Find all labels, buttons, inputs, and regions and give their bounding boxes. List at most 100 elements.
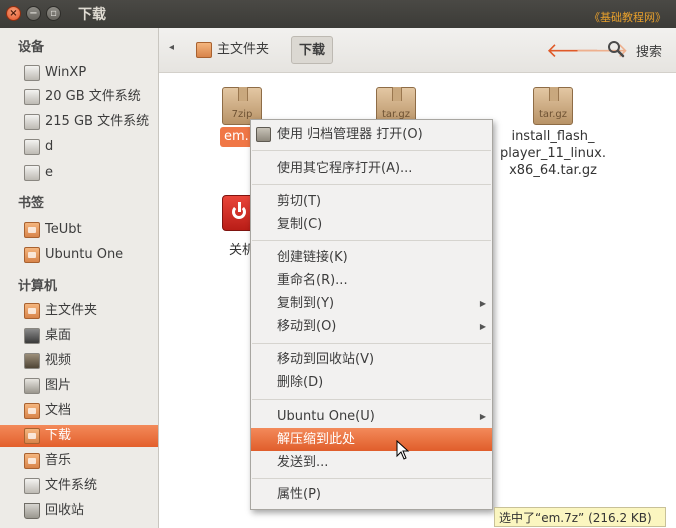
mouse-pointer-icon bbox=[396, 440, 410, 460]
search-label[interactable]: 搜索 bbox=[636, 41, 662, 60]
menu-item-copy-to[interactable]: 复制到(Y) ▶ bbox=[251, 292, 492, 315]
sidebar-item-pictures[interactable]: 图片 bbox=[0, 375, 158, 397]
window-title: 下载 bbox=[78, 7, 106, 23]
folder-icon bbox=[24, 247, 40, 263]
menu-item-label: 移动到回收站(V) bbox=[277, 352, 375, 367]
file-name-line: x86_64.tar.gz bbox=[509, 163, 597, 178]
drive-icon bbox=[24, 65, 40, 81]
submenu-arrow-icon: ▶ bbox=[479, 322, 486, 331]
menu-item-cut[interactable]: 剪切(T) bbox=[251, 190, 492, 213]
menu-item-label: 发送到... bbox=[277, 455, 329, 470]
sidebar-item-home[interactable]: 主文件夹 bbox=[0, 300, 158, 322]
pictures-folder-icon bbox=[24, 378, 40, 394]
trash-icon bbox=[24, 503, 40, 519]
watermark: 《基础教程网》 bbox=[589, 11, 666, 24]
status-bar: 选中了“em.7z” (216.2 KB) bbox=[494, 507, 666, 527]
sidebar-item-label: 20 GB 文件系统 bbox=[45, 89, 141, 104]
menu-item-rename[interactable]: 重命名(R)... bbox=[251, 269, 492, 292]
sidebar-item-label: TeUbt bbox=[45, 222, 82, 237]
sidebar-item-label: 图片 bbox=[45, 378, 72, 393]
context-menu: 使用 归档管理器 打开(O) 使用其它程序打开(A)... 剪切(T) 复制(C… bbox=[250, 119, 493, 510]
places-sidebar: 设备 WinXP 20 GB 文件系统 215 GB 文件系统 d e 书签 T… bbox=[0, 28, 159, 528]
file-name-selected[interactable]: em. bbox=[220, 127, 253, 147]
menu-item-extract-here[interactable]: 解压缩到此处 bbox=[251, 428, 492, 451]
sidebar-item-desktop[interactable]: 桌面 bbox=[0, 325, 158, 347]
home-folder-icon bbox=[196, 42, 212, 58]
sidebar-item-d[interactable]: d bbox=[0, 136, 158, 158]
menu-item-send-to[interactable]: 发送到... bbox=[251, 451, 492, 474]
sidebar-item-label: 音乐 bbox=[45, 453, 72, 468]
menu-item-label: 复制到(Y) bbox=[277, 296, 335, 311]
archive-file-icon[interactable]: tar.gz bbox=[531, 83, 575, 127]
file-name[interactable]: install_flash_ player_11_linux. x86_64.t… bbox=[491, 128, 615, 179]
menu-item-open-archive-manager[interactable]: 使用 归档管理器 打开(O) bbox=[251, 123, 492, 146]
sidebar-item-music[interactable]: 音乐 bbox=[0, 450, 158, 472]
sidebar-item-label: 下载 bbox=[45, 428, 72, 443]
sidebar-item-ubuntu-one[interactable]: Ubuntu One bbox=[0, 244, 158, 266]
drive-icon bbox=[24, 139, 40, 155]
sidebar-item-winxp[interactable]: WinXP bbox=[0, 62, 158, 84]
menu-item-label: 使用 归档管理器 打开(O) bbox=[277, 127, 423, 142]
menu-item-properties[interactable]: 属性(P) bbox=[251, 483, 492, 506]
menu-item-label: 剪切(T) bbox=[277, 194, 322, 209]
sidebar-item-label: e bbox=[45, 165, 53, 180]
search-icon[interactable] bbox=[607, 40, 625, 58]
music-folder-icon bbox=[24, 453, 40, 469]
menu-item-label: 创建链接(K) bbox=[277, 250, 348, 265]
folder-icon bbox=[24, 222, 40, 238]
drive-icon bbox=[24, 478, 40, 494]
minimize-window-button[interactable]: − bbox=[26, 6, 41, 21]
submenu-arrow-icon: ▶ bbox=[479, 412, 486, 421]
sidebar-item-label: Ubuntu One bbox=[45, 247, 124, 262]
sidebar-item-filesystem[interactable]: 文件系统 bbox=[0, 475, 158, 497]
file-name-line: install_flash_ bbox=[511, 129, 595, 144]
sidebar-item-videos[interactable]: 视频 bbox=[0, 350, 158, 372]
sidebar-heading-bookmarks: 书签 bbox=[18, 196, 45, 211]
sidebar-heading-devices: 设备 bbox=[18, 40, 45, 55]
sidebar-item-label: 视频 bbox=[45, 353, 72, 368]
sidebar-item-label: 主文件夹 bbox=[45, 303, 98, 318]
menu-item-ubuntu-one[interactable]: Ubuntu One(U) ▶ bbox=[251, 405, 492, 428]
menu-separator bbox=[252, 399, 491, 400]
menu-item-label: 复制(C) bbox=[277, 217, 323, 232]
menu-item-copy[interactable]: 复制(C) bbox=[251, 213, 492, 236]
breadcrumb-scroll-left-icon[interactable]: ◂ bbox=[169, 42, 174, 53]
menu-item-label: Ubuntu One(U) bbox=[277, 409, 375, 424]
sidebar-item-label: 桌面 bbox=[45, 328, 72, 343]
menu-item-label: 重命名(R)... bbox=[277, 273, 348, 288]
title-bar: × − ▫ 下载 《基础教程网》 bbox=[0, 0, 676, 28]
breadcrumb-home[interactable]: 主文件夹 bbox=[189, 36, 281, 64]
breadcrumb-label: 主文件夹 bbox=[217, 42, 270, 57]
downloads-folder-icon bbox=[24, 428, 40, 444]
menu-item-make-link[interactable]: 创建链接(K) bbox=[251, 246, 492, 269]
menu-item-label: 属性(P) bbox=[277, 487, 321, 502]
menu-separator bbox=[252, 343, 491, 344]
menu-item-move-to[interactable]: 移动到(O) ▶ bbox=[251, 315, 492, 338]
menu-separator bbox=[252, 478, 491, 479]
location-toolbar: ◂ 主文件夹 下载 🡐 🡒 搜索 bbox=[159, 28, 676, 73]
sidebar-item-e[interactable]: e bbox=[0, 162, 158, 184]
sidebar-item-teubt[interactable]: TeUbt bbox=[0, 219, 158, 241]
sidebar-heading-computer: 计算机 bbox=[18, 279, 58, 294]
sidebar-item-documents[interactable]: 文档 bbox=[0, 400, 158, 422]
sidebar-item-label: 215 GB 文件系统 bbox=[45, 114, 150, 129]
sidebar-item-downloads[interactable]: 下载 bbox=[0, 425, 158, 447]
close-window-button[interactable]: × bbox=[6, 6, 21, 21]
menu-item-move-to-trash[interactable]: 移动到回收站(V) bbox=[251, 348, 492, 371]
sidebar-item-label: 文档 bbox=[45, 403, 72, 418]
breadcrumb-downloads[interactable]: 下载 bbox=[291, 36, 333, 64]
menu-separator bbox=[252, 240, 491, 241]
maximize-window-button[interactable]: ▫ bbox=[46, 6, 61, 21]
menu-item-open-with-other[interactable]: 使用其它程序打开(A)... bbox=[251, 157, 492, 180]
file-name-line: player_11_linux. bbox=[500, 146, 606, 161]
sidebar-item-20gb[interactable]: 20 GB 文件系统 bbox=[0, 86, 158, 108]
sidebar-item-trash[interactable]: 回收站 bbox=[0, 500, 158, 522]
submenu-arrow-icon: ▶ bbox=[479, 299, 486, 308]
documents-folder-icon bbox=[24, 403, 40, 419]
menu-item-delete[interactable]: 删除(D) bbox=[251, 371, 492, 394]
archive-manager-icon bbox=[256, 127, 271, 142]
menu-item-label: 解压缩到此处 bbox=[277, 432, 356, 447]
sidebar-item-215gb[interactable]: 215 GB 文件系统 bbox=[0, 111, 158, 133]
desktop-folder-icon bbox=[24, 328, 40, 344]
menu-item-label: 删除(D) bbox=[277, 375, 324, 390]
